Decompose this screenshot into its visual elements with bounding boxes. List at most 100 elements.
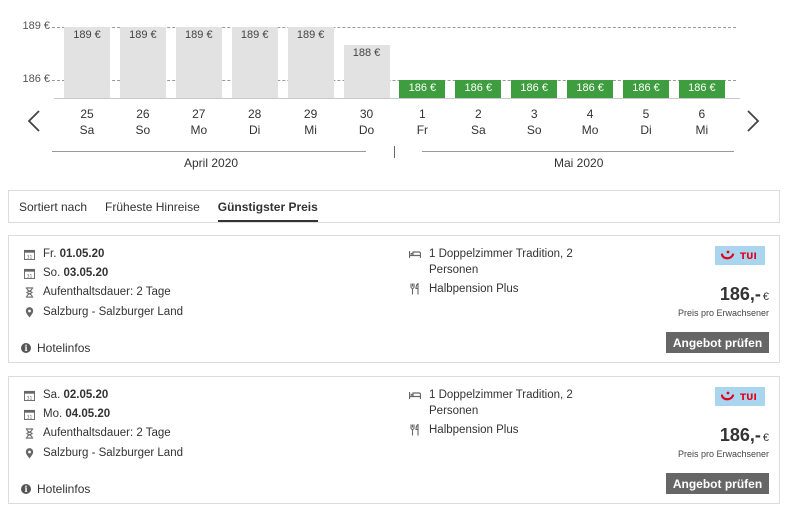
price-value: 186,- [719,284,761,304]
calendar-icon: 31 [23,389,35,401]
previous-dates-button[interactable] [22,106,46,136]
date-column[interactable]: 28 Di [232,106,278,138]
return-weekday: Mo. [43,408,63,420]
price-bar[interactable]: 189 € [64,27,110,98]
price-bar-lowest[interactable]: 186 € [678,80,725,98]
hotel-info-label: Hotelinfos [37,341,91,355]
duration-row: Aufenthaltsdauer: 2 Tage [23,427,171,439]
bed-icon [408,389,422,419]
weekday: So [526,123,542,137]
price-bar-label: 189 € [185,29,213,41]
day-number: 25 [80,107,94,121]
weekday: Mi [695,123,709,137]
tour-operator-logo: TUI [715,387,765,406]
price-bar-label: 189 € [129,29,157,41]
price-bar-label: 186 € [408,82,437,94]
hotel-info-link[interactable]: i Hotelinfos [21,482,90,496]
price-bar[interactable]: 189 € [231,27,278,98]
price-bar-lowest[interactable]: 186 € [511,80,558,98]
sort-option-cheapest-price[interactable]: Günstigster Preis [217,191,318,222]
price-chart: 189 € 186 € 189 € 189 € 189 € 189 € 189 € 188… [0,0,792,100]
day-number: 4 [586,107,594,121]
y-tick-label: 189 € [22,20,50,32]
hotel-info-link[interactable]: i Hotelinfos [21,341,90,355]
price-currency: € [762,291,769,303]
price-bar-label: 186 € [464,82,493,94]
month-label-april: April 2020 [184,156,239,170]
departure-weekday: Fr. [43,248,57,260]
departure-date-row: 31 Sa. 02.05.20 [23,389,108,401]
chevron-left-icon [27,110,40,132]
offer-card: 31 Fr. 01.05.20 31 So. 03.05.20 Aufentha… [8,235,780,363]
month-separator [394,146,395,158]
date-column[interactable]: 27 Mo [176,106,222,138]
sort-label: Sortiert nach [19,199,88,214]
date-column[interactable]: 4 Mo [567,106,613,138]
hourglass-icon [23,427,35,439]
price-bar-lowest[interactable]: 186 € [623,80,669,98]
check-offer-button[interactable]: Angebot prüfen [666,473,769,494]
stay-duration: Aufenthaltsdauer: 2 Tage [43,427,171,439]
day-number: 26 [136,107,150,121]
sort-option-earliest-departure[interactable]: Früheste Hinreise [105,191,200,222]
location-row: Salzburg - Salzburger Land [23,306,183,318]
departure-date: 02.05.20 [63,389,109,401]
bed-icon [408,248,422,278]
calendar-icon: 31 [23,267,35,279]
offer-price: 186,- € [720,284,769,305]
date-column[interactable]: 2 Sa [455,106,501,138]
price-bar-label: 186 € [632,82,660,94]
departure-date: 01.05.20 [59,248,105,260]
hourglass-icon [23,286,35,298]
calendar-icon: 31 [23,408,35,420]
duration-row: Aufenthaltsdauer: 2 Tage [23,286,171,298]
day-number: 30 [359,107,374,121]
stay-duration: Aufenthaltsdauer: 2 Tage [43,286,171,298]
check-offer-button[interactable]: Angebot prüfen [666,332,769,353]
date-column[interactable]: 26 So [120,106,166,138]
price-bar[interactable]: 189 € [287,27,334,98]
day-number: 27 [192,107,206,121]
price-bar[interactable]: 189 € [175,27,222,98]
price-bar-label: 189 € [73,29,101,41]
date-column[interactable]: 1 Fr [399,106,445,138]
price-bar-label: 186 € [520,82,548,94]
departure-date-row: 31 Fr. 01.05.20 [23,248,104,260]
calendar-icon: 31 [23,248,35,260]
offer-price: 186,- € [720,425,769,446]
date-column[interactable]: 3 So [511,106,557,138]
location-text: Salzburg - Salzburger Land [43,447,183,459]
next-dates-button[interactable] [741,106,765,136]
svg-text:31: 31 [26,414,32,419]
weekday: So [135,123,151,137]
tui-logo-icon: TUI [720,391,757,403]
location-text: Salzburg - Salzburger Land [43,306,183,318]
day-number: 28 [248,107,262,121]
weekday: Sa [470,123,486,137]
price-bar-label: 186 € [576,82,604,94]
price-bar-lowest[interactable]: 186 € [399,80,446,98]
y-tick-label: 186 € [22,73,50,85]
date-column[interactable]: 6 Mi [679,106,725,138]
price-currency: € [762,432,769,444]
return-date: 03.05.20 [63,267,109,279]
price-bar[interactable]: 188 € [343,44,390,98]
offer-card: 31 Sa. 02.05.20 31 Mo. 04.05.20 Aufentha… [8,376,780,504]
date-column[interactable]: 5 Di [623,106,669,138]
day-number: 5 [642,107,650,121]
weekday: Di [640,123,652,137]
month-label-may: Mai 2020 [554,156,604,170]
return-date: 04.05.20 [65,408,111,420]
date-column[interactable]: 29 Mi [288,106,334,138]
month-range-line-april [52,151,366,152]
price-note: Preis pro Erwachsener [677,449,769,459]
price-bar-lowest[interactable]: 186 € [567,80,614,98]
board-type: Halbpension Plus [429,283,519,295]
day-number: 29 [303,107,318,121]
date-column[interactable]: 30 Do [344,106,390,138]
price-bar-lowest[interactable]: 186 € [455,80,502,98]
date-column[interactable]: 25 Sa [64,106,110,138]
price-bar[interactable]: 189 € [119,27,166,98]
tour-operator-name: TUI [740,252,757,262]
price-bar-label: 189 € [240,29,269,41]
